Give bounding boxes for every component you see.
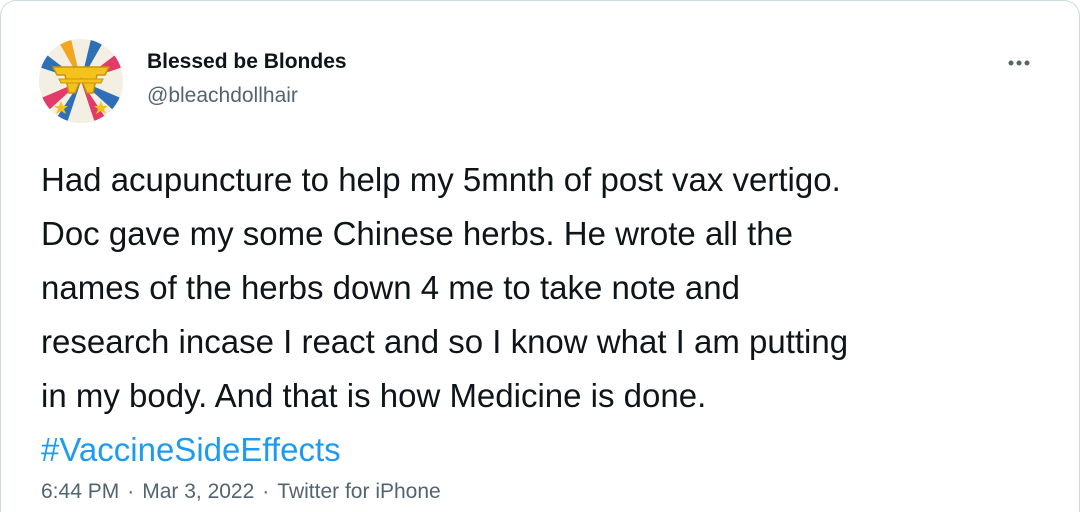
wonder-woman-logo-avatar-icon[interactable] [39, 39, 123, 123]
tweet-text-line: Doc gave my some Chinese herbs. He wrote… [41, 215, 794, 252]
meta-separator: · [127, 480, 135, 503]
tweet-time[interactable]: 6:44 PM [41, 480, 119, 503]
author-display-name[interactable]: Blessed be Blondes [147, 49, 347, 75]
tweet-text-line: Had acupuncture to help my 5mnth of post… [41, 161, 841, 198]
tweet-text-line: in my body. And that is how Medicine is … [41, 377, 707, 414]
author-handle[interactable]: @bleachdollhair [147, 83, 298, 109]
tweet-text: Had acupuncture to help my 5mnth of post… [41, 153, 1051, 477]
hashtag-link[interactable]: #VaccineSideEffects [41, 423, 1051, 477]
tweet-text-line: research incase I react and so I know wh… [41, 323, 849, 360]
tweet-metadata: 6:44 PM · Mar 3, 2022 · Twitter for iPhone [41, 478, 441, 506]
tweet-card: Blessed be Blondes @bleachdollhair Had a… [0, 0, 1080, 512]
tweet-text-line: names of the herbs down 4 me to take not… [41, 269, 740, 306]
more-horizontal-icon [1008, 60, 1030, 66]
tweet-source[interactable]: Twitter for iPhone [277, 480, 440, 503]
tweet-date[interactable]: Mar 3, 2022 [142, 480, 254, 503]
meta-separator: · [262, 480, 270, 503]
more-options-button[interactable] [999, 47, 1039, 79]
